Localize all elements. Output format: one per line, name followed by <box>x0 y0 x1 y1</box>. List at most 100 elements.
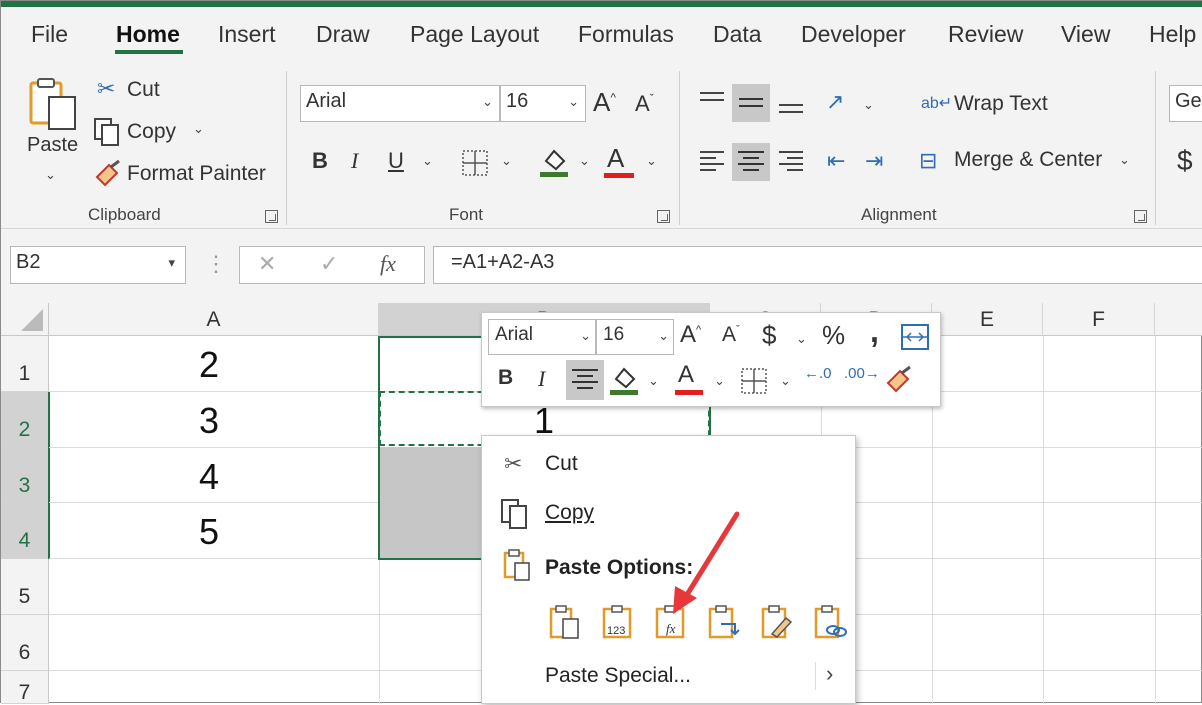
paste-formatting-icon[interactable] <box>760 604 794 640</box>
copy-button[interactable]: Copy <box>127 120 176 144</box>
paste-button[interactable]: Paste ⌄ <box>25 75 83 185</box>
enter-icon[interactable]: ✓ <box>320 251 338 277</box>
insert-function-button[interactable]: fx <box>380 251 396 277</box>
select-all-corner[interactable] <box>1 303 49 336</box>
increase-font-size-icon[interactable]: A^ <box>593 87 616 118</box>
tab-formulas[interactable]: Formulas <box>578 21 674 48</box>
name-box[interactable]: B2 ▾ <box>10 246 186 284</box>
merge-center-button[interactable]: Merge & Center <box>954 148 1102 172</box>
increase-indent-icon[interactable]: ⇥ <box>865 148 883 174</box>
format-painter-button[interactable]: Format Painter <box>127 162 266 186</box>
underline-dropdown-caret[interactable]: ⌄ <box>422 153 433 169</box>
underline-button[interactable]: U <box>388 148 404 174</box>
number-format-box[interactable]: Gen <box>1169 85 1202 122</box>
mini-fill-color-icon[interactable] <box>609 363 639 397</box>
tab-help[interactable]: Help <box>1149 21 1196 48</box>
column-header-g[interactable] <box>1155 303 1202 336</box>
row-header-4[interactable]: 4 <box>1 503 49 559</box>
align-bottom-icon[interactable] <box>777 87 805 117</box>
font-dialog-launcher[interactable] <box>657 210 670 223</box>
cell-a4[interactable]: 5 <box>199 511 219 553</box>
mini-borders-icon[interactable] <box>740 367 768 395</box>
tab-home[interactable]: Home <box>116 21 180 48</box>
tab-draw[interactable]: Draw <box>316 21 370 48</box>
ribbon: File Home Insert Draw Page Layout Formul… <box>1 7 1202 229</box>
paste-dropdown-caret[interactable]: ⌄ <box>45 167 56 183</box>
menu-item-paste-special[interactable]: Paste Special... › <box>482 654 855 698</box>
font-color-button[interactable]: A <box>607 143 624 174</box>
clipboard-dialog-launcher[interactable] <box>265 210 278 223</box>
formula-input[interactable]: =A1+A2-A3 <box>433 246 1202 284</box>
bold-button[interactable]: B <box>312 148 328 174</box>
tab-review[interactable]: Review <box>948 21 1023 48</box>
font-size-value: 16 <box>506 90 529 112</box>
orientation-dropdown-caret[interactable]: ⌄ <box>863 97 874 113</box>
column-header-f[interactable]: F <box>1043 303 1155 336</box>
borders-dropdown-caret[interactable]: ⌄ <box>501 153 512 169</box>
column-header-e[interactable]: E <box>932 303 1043 336</box>
align-right-icon[interactable] <box>777 147 805 177</box>
row-header-1[interactable]: 1 <box>1 336 49 392</box>
row-header-3[interactable]: 3 <box>1 448 49 503</box>
fill-color-dropdown-caret[interactable]: ⌄ <box>579 153 590 169</box>
font-name-box[interactable]: Arial ⌄ <box>300 85 500 122</box>
row-header-5[interactable]: 5 <box>1 559 49 615</box>
italic-button[interactable]: I <box>351 148 358 174</box>
column-header-a[interactable]: A <box>49 303 379 336</box>
mini-font-color-dropdown-caret[interactable]: ⌄ <box>714 373 725 389</box>
tab-file[interactable]: File <box>31 21 68 48</box>
decrease-font-size-icon[interactable]: Aˇ <box>635 91 654 117</box>
cell-a2[interactable]: 3 <box>199 400 219 442</box>
cancel-icon[interactable]: ✕ <box>258 251 276 277</box>
paste-values-icon[interactable]: 123 <box>601 604 635 640</box>
mini-font-name-box[interactable]: Arial ⌄ <box>488 319 596 355</box>
paste-icon <box>29 78 76 130</box>
currency-button[interactable]: $ <box>1177 145 1193 177</box>
mini-format-painter-icon[interactable] <box>884 365 914 395</box>
mini-borders-dropdown-caret[interactable]: ⌄ <box>780 373 791 389</box>
cell-a1[interactable]: 2 <box>199 344 219 386</box>
copy-dropdown-caret[interactable]: ⌄ <box>193 121 204 137</box>
paste-link-icon[interactable] <box>813 604 847 640</box>
tab-insert[interactable]: Insert <box>218 21 276 48</box>
mini-italic-button[interactable]: I <box>538 366 545 392</box>
orientation-icon[interactable]: ↗ <box>826 89 844 115</box>
row-header-6[interactable]: 6 <box>1 615 49 671</box>
mini-merge-center-icon[interactable] <box>900 323 930 351</box>
mini-font-size-box[interactable]: 16 ⌄ <box>596 319 674 355</box>
borders-icon[interactable] <box>461 149 489 177</box>
tab-page-layout[interactable]: Page Layout <box>410 21 539 48</box>
mini-increase-font-size-icon[interactable]: A^ <box>680 321 701 349</box>
mini-percent-button[interactable]: % <box>822 320 845 351</box>
align-top-icon[interactable] <box>698 87 726 115</box>
align-center-button[interactable] <box>732 143 770 181</box>
cut-button[interactable]: Cut <box>127 78 160 102</box>
mini-center-button[interactable] <box>566 360 604 400</box>
mini-fill-dropdown-caret[interactable]: ⌄ <box>648 373 659 389</box>
font-size-box[interactable]: 16 ⌄ <box>500 85 586 122</box>
fill-color-icon[interactable] <box>538 145 570 179</box>
paste-icon[interactable] <box>548 604 582 640</box>
decrease-indent-icon[interactable]: ⇤ <box>827 148 845 174</box>
font-color-dropdown-caret[interactable]: ⌄ <box>646 153 657 169</box>
align-middle-button[interactable] <box>732 84 770 122</box>
decrease-decimal-icon[interactable]: .00→ <box>844 365 880 382</box>
row-header-2[interactable]: 2 <box>1 392 49 448</box>
tab-view[interactable]: View <box>1061 21 1110 48</box>
tab-developer[interactable]: Developer <box>801 21 906 48</box>
row-header-7[interactable]: 7 <box>1 671 49 704</box>
cell-a3[interactable]: 4 <box>199 456 219 498</box>
mini-currency-dropdown-caret[interactable]: ⌄ <box>796 331 807 347</box>
mini-font-color-button[interactable]: A <box>678 361 694 389</box>
tab-data[interactable]: Data <box>713 21 762 48</box>
mini-currency-button[interactable]: $ <box>762 320 776 351</box>
mini-bold-button[interactable]: B <box>498 366 513 390</box>
mini-decrease-font-size-icon[interactable]: Aˇ <box>722 323 740 347</box>
menu-item-cut[interactable]: ✂ Cut <box>482 442 855 486</box>
alignment-dialog-launcher[interactable] <box>1134 210 1147 223</box>
increase-decimal-icon[interactable]: ←.0 <box>804 365 832 382</box>
merge-center-dropdown-caret[interactable]: ⌄ <box>1119 152 1130 168</box>
mini-comma-button[interactable]: , <box>870 313 879 350</box>
wrap-text-button[interactable]: Wrap Text <box>954 92 1048 116</box>
align-left-icon[interactable] <box>698 147 726 177</box>
